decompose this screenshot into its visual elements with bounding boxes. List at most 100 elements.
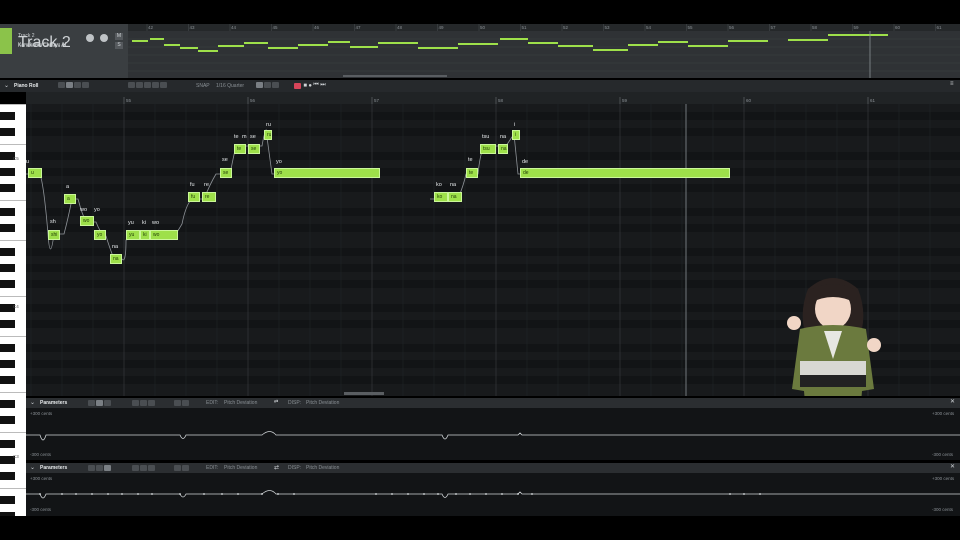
smooth-tool-icon[interactable] [140,400,147,406]
control-point[interactable] [743,493,745,495]
arrangement-ruler[interactable]: 42 43 44 45 46 47 48 49 50 51 52 53 54 55 56 57 58 59 60 61 [128,24,960,31]
note-block[interactable]: ru [264,130,272,140]
control-point[interactable] [437,493,439,495]
loop-icon[interactable] [256,82,263,88]
black-key[interactable] [0,360,15,368]
black-key[interactable] [0,472,15,480]
metronome-icon[interactable] [264,82,271,88]
control-point[interactable] [39,493,41,495]
black-key[interactable] [0,208,15,216]
black-key[interactable] [0,416,15,424]
control-point[interactable] [375,493,377,495]
note-block[interactable]: fu [188,192,200,202]
control-point[interactable] [391,493,393,495]
swap-icon[interactable]: ⇄ [274,464,279,471]
control-point[interactable] [237,493,239,495]
note-block[interactable]: na [110,254,122,264]
line-tool-icon[interactable] [104,400,111,406]
record-icon[interactable] [294,82,301,89]
forward-icon[interactable]: ⏭ [320,82,325,89]
control-point[interactable] [61,493,63,495]
black-key[interactable] [0,248,15,256]
control-point[interactable] [407,493,409,495]
note-block[interactable]: yo [94,230,106,240]
black-key[interactable] [0,344,15,352]
note-block[interactable]: na [498,144,508,154]
note-block[interactable]: u [28,168,42,178]
close-icon[interactable]: ✕ [950,398,955,405]
note-block[interactable]: ki [140,230,150,240]
control-point[interactable] [137,493,139,495]
black-key[interactable] [0,168,15,176]
select-tool-icon[interactable] [88,465,95,471]
collapse-chevron-icon[interactable]: ⌄ [4,82,9,89]
arrangement-area[interactable] [128,31,960,78]
collapse-chevron-icon[interactable]: ⌄ [30,399,35,406]
follow-icon[interactable] [272,82,279,88]
parameters-graph-2[interactable]: +300 cents -300 cents +300 cents -300 ce… [26,473,960,516]
menu-icon[interactable]: ≡ [950,81,954,87]
note-block[interactable]: shi [48,230,60,240]
control-point[interactable] [517,493,519,495]
piano-roll-grid[interactable]: u sh a wo yo na yu ki wo fu re se te m se ru yo ko na te tsu… [26,104,960,396]
zoom-out-icon[interactable] [182,465,189,471]
close-icon[interactable]: ✕ [950,463,955,470]
zoom-out-icon[interactable] [182,400,189,406]
vibrato-tool-icon[interactable] [136,82,143,88]
piano-keyboard[interactable]: C5 C4 C3 [0,104,26,520]
curve-tool-icon[interactable] [132,400,139,406]
control-point[interactable] [423,493,425,495]
control-point[interactable] [531,493,533,495]
swap-icon[interactable]: ⇄ [274,399,278,405]
black-key[interactable] [0,400,15,408]
pencil-tool-icon[interactable] [96,400,103,406]
black-key[interactable] [0,112,15,120]
disp-parameter-select[interactable]: Pitch Deviation [306,465,339,471]
control-point[interactable] [203,493,205,495]
pitch-tool-icon[interactable] [128,82,135,88]
solo-button[interactable]: S [115,42,123,49]
grid-tool-icon[interactable] [152,82,159,88]
control-point[interactable] [75,493,77,495]
note-block[interactable]: de [520,168,730,178]
control-point[interactable] [91,493,93,495]
note-block[interactable]: ko [434,192,448,202]
control-point[interactable] [179,493,181,495]
parameters-graph-1[interactable]: +300 cents -300 cents +300 cents -300 ce… [26,408,960,460]
control-point[interactable] [107,493,109,495]
black-key[interactable] [0,280,15,288]
view-tool-icon[interactable] [160,82,167,88]
note-block[interactable]: te [466,168,478,178]
line-tool-icon[interactable] [82,82,89,88]
black-key[interactable] [0,440,15,448]
control-point[interactable] [469,493,471,495]
select-tool-icon[interactable] [88,400,95,406]
note-block[interactable]: re [202,192,216,202]
control-point[interactable] [221,493,223,495]
note-block[interactable]: wo [150,230,178,240]
control-point[interactable] [485,493,487,495]
control-point[interactable] [455,493,457,495]
black-key[interactable] [0,496,15,504]
note-block[interactable]: se [220,168,232,178]
control-point[interactable] [759,493,761,495]
smooth-tool-icon[interactable] [140,465,147,471]
disp-parameter-select[interactable]: Pitch Deviation [306,400,339,406]
reset-tool-icon[interactable] [148,400,155,406]
control-point[interactable] [277,493,279,495]
note-block[interactable]: i [512,130,520,140]
note-block[interactable]: yu [126,230,140,240]
volume-knob[interactable] [86,34,94,42]
eraser-tool-icon[interactable] [74,82,81,88]
line-tool-icon[interactable] [104,465,111,471]
curve-tool-icon[interactable] [144,82,151,88]
mute-button[interactable]: M [115,33,123,40]
stop-icon[interactable]: ■ [303,83,307,89]
select-tool-icon[interactable] [58,82,65,88]
control-point[interactable] [151,493,153,495]
note-block[interactable]: a [64,194,76,204]
note-block[interactable]: na [448,192,462,202]
control-point[interactable] [121,493,123,495]
edit-parameter-select[interactable]: Pitch Deviation [224,465,257,471]
control-point[interactable] [293,493,295,495]
